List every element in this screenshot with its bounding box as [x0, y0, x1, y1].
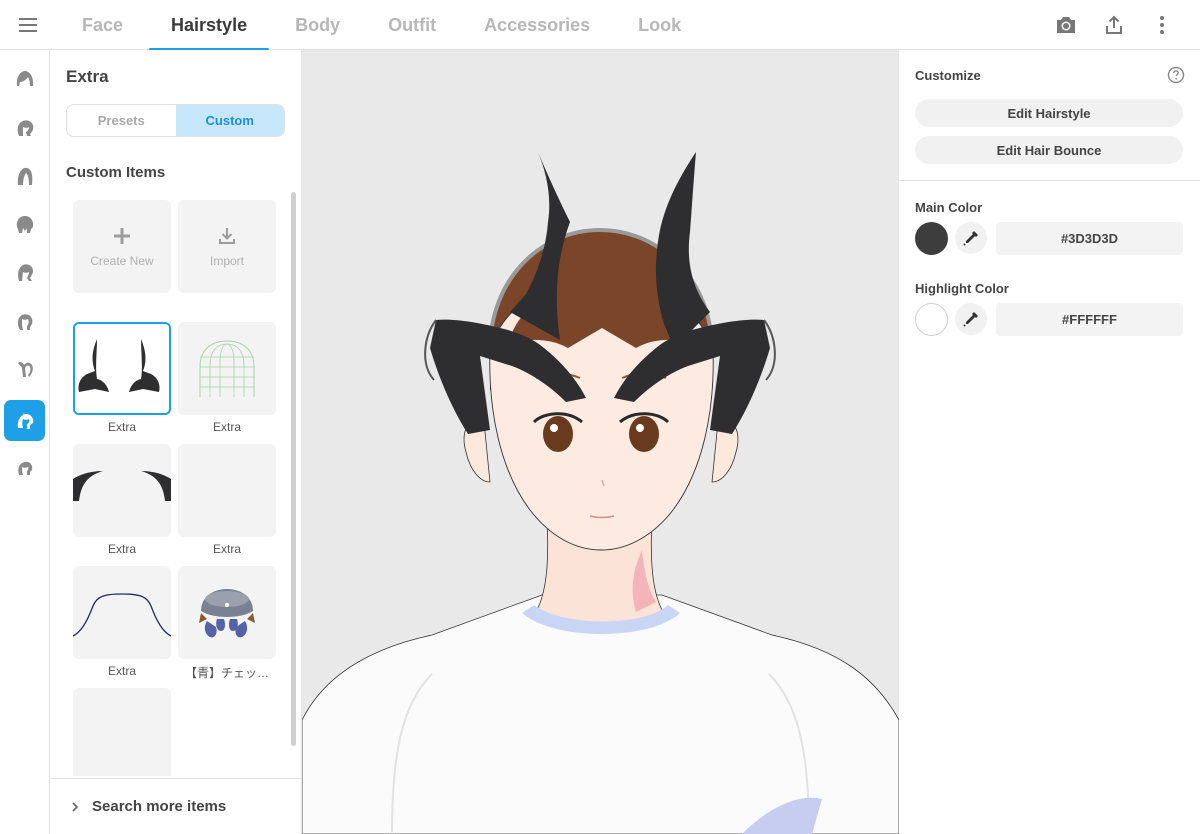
edit-hairstyle-button[interactable]: Edit Hairstyle	[915, 99, 1183, 127]
rail-item-ahoge[interactable]	[4, 348, 45, 389]
wireframe-thumbnail	[199, 339, 255, 397]
hair-base-icon	[17, 461, 32, 475]
main-color-swatch[interactable]	[915, 222, 948, 255]
item-caption: Extra	[107, 420, 136, 434]
panel-title: Extra	[66, 67, 109, 86]
avatar-preview-viewport[interactable]	[302, 50, 899, 834]
hair-bangs-icon	[17, 313, 32, 330]
rail-item-back[interactable]	[4, 106, 45, 147]
tab-face[interactable]: Face	[58, 0, 147, 50]
divider	[899, 180, 1200, 181]
create-new-button[interactable]: Create New	[73, 200, 171, 293]
search-more-items[interactable]: Search more items	[50, 778, 301, 834]
rail-item-full[interactable]	[4, 203, 45, 244]
tab-body[interactable]: Body	[271, 0, 364, 50]
highlight-color-hex-input[interactable]	[996, 303, 1183, 336]
curve-thumbnail	[73, 592, 171, 637]
item-tile[interactable]: Extra	[178, 444, 276, 556]
hair-ponytail-icon	[17, 263, 33, 281]
tab-outfit[interactable]: Outfit	[364, 0, 460, 50]
camera-icon[interactable]	[1052, 11, 1080, 39]
share-upload-icon[interactable]	[1100, 11, 1128, 39]
customize-title: Customize	[915, 68, 981, 83]
category-tabs: Face Hairstyle Body Outfit Accessories L…	[58, 0, 705, 51]
custom-tab[interactable]: Custom	[175, 105, 284, 136]
import-button[interactable]: Import	[178, 200, 276, 293]
chevron-right-icon	[72, 801, 79, 812]
tab-accessories[interactable]: Accessories	[460, 0, 614, 50]
item-grid-scrollbar[interactable]	[291, 192, 296, 746]
tab-look[interactable]: Look	[614, 0, 705, 50]
highlight-color-swatch[interactable]	[915, 303, 948, 336]
custom-items-grid: Create New Import Extra Extra Extra Extr…	[73, 200, 281, 776]
avatar-render	[302, 152, 899, 834]
help-icon[interactable]	[1167, 66, 1185, 84]
item-tile[interactable]: 【青】チェッ…	[178, 566, 276, 681]
top-actions	[1052, 11, 1176, 39]
item-tile[interactable]	[73, 688, 171, 776]
custom-items-heading: Custom Items	[66, 164, 166, 181]
rail-item-base[interactable]	[4, 447, 45, 488]
item-tile[interactable]: Extra	[73, 566, 171, 678]
tab-hairstyle[interactable]: Hairstyle	[147, 0, 271, 51]
item-tile[interactable]: Extra	[73, 444, 171, 556]
main-color-eyedropper-icon[interactable]	[955, 222, 987, 254]
hat-thumbnail	[199, 588, 255, 637]
main-color-label: Main Color	[915, 200, 983, 215]
rail-item-extra[interactable]	[4, 400, 45, 441]
item-tile[interactable]: Extra	[73, 322, 171, 434]
hair-part-rail	[0, 50, 50, 834]
top-bar: Face Hairstyle Body Outfit Accessories L…	[0, 0, 1200, 51]
hair-extra-icon	[17, 412, 33, 429]
avatar-horn-right	[655, 152, 710, 348]
presets-tab[interactable]: Presets	[67, 105, 176, 136]
item-caption: 【青】チェッ…	[184, 666, 269, 680]
item-caption: Extra	[107, 664, 136, 678]
more-vertical-icon[interactable]	[1148, 11, 1176, 39]
item-tile[interactable]: Extra	[178, 322, 276, 434]
horns-thumbnail	[78, 338, 160, 392]
hair-front-icon	[16, 70, 33, 86]
highlight-color-label: Highlight Color	[915, 281, 1009, 296]
create-new-label: Create New	[90, 253, 154, 268]
rail-item-bangs[interactable]	[4, 300, 45, 341]
download-icon	[219, 227, 235, 244]
import-label: Import	[209, 253, 244, 268]
hair-full-icon	[16, 215, 33, 233]
item-panel: Extra Presets Custom Custom Items Create…	[50, 50, 302, 834]
rail-item-front[interactable]	[4, 58, 45, 99]
search-more-label: Search more items	[92, 798, 227, 815]
hamburger-menu-icon[interactable]	[14, 12, 42, 38]
rail-item-ponytail[interactable]	[4, 251, 45, 292]
customize-panel: Customize Edit Hairstyle Edit Hair Bounc…	[899, 50, 1200, 834]
presets-custom-toggle: Presets Custom	[66, 104, 285, 137]
item-caption: Extra	[212, 420, 241, 434]
item-caption: Extra	[212, 542, 241, 556]
rail-item-side[interactable]	[4, 155, 45, 196]
highlight-color-eyedropper-icon[interactable]	[955, 303, 987, 335]
main-color-hex-input[interactable]	[996, 222, 1183, 255]
plus-icon	[114, 227, 130, 244]
edit-hair-bounce-button[interactable]: Edit Hair Bounce	[915, 136, 1183, 164]
hair-side-icon	[17, 167, 32, 185]
hair-ahoge-icon	[17, 361, 33, 377]
item-caption: Extra	[107, 542, 136, 556]
arcs-thumbnail	[73, 470, 171, 501]
hair-back-icon	[17, 119, 33, 136]
